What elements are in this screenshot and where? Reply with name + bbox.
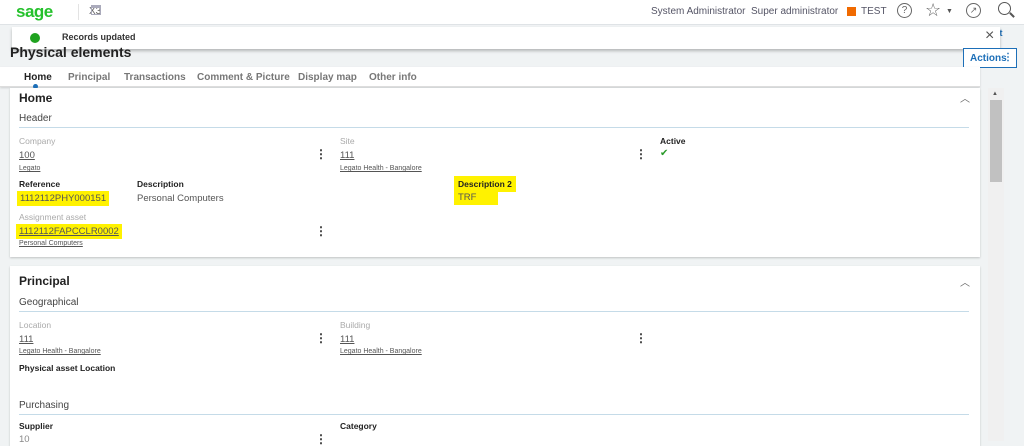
reference-value[interactable]: 1112112PHY000151 xyxy=(17,191,110,206)
folder-name[interactable]: TEST xyxy=(861,6,887,17)
site-value[interactable]: 111 xyxy=(340,150,354,161)
chevron-up-icon[interactable]: ︿ xyxy=(960,90,970,105)
tab-principal[interactable]: Principal xyxy=(68,72,110,83)
subsection-title: Purchasing xyxy=(19,400,70,411)
compass-icon[interactable]: ↗ xyxy=(966,3,981,18)
section-title: Principal xyxy=(19,274,70,288)
folder-color-icon xyxy=(847,7,856,16)
building-desc[interactable]: Legato Health - Bangalore xyxy=(340,348,422,355)
principal-card: Principal ︿ Geographical Location 111 Le… xyxy=(10,266,980,446)
toast-message: Records updated xyxy=(62,32,136,42)
supplier-value[interactable]: 10 xyxy=(19,434,30,445)
actions-button[interactable]: Actions ⋮ xyxy=(963,48,1017,68)
tab-home[interactable]: Home xyxy=(24,72,52,83)
sage-logo: sage xyxy=(16,2,53,21)
kebab-icon: ⋮ xyxy=(1003,52,1013,63)
tab-comment-picture[interactable]: Comment & Picture xyxy=(197,72,290,83)
company-value[interactable]: 100 xyxy=(19,150,35,161)
location-kebab-icon[interactable]: ⋮ xyxy=(315,331,327,345)
company-kebab-icon[interactable]: ⋮ xyxy=(315,147,327,161)
scrollbar[interactable]: ▲ xyxy=(988,88,1004,441)
help-icon[interactable]: ? xyxy=(897,3,912,18)
scrollbar-thumb[interactable] xyxy=(990,100,1002,182)
tab-display-map[interactable]: Display map xyxy=(298,72,357,83)
site-label: Site xyxy=(340,136,355,146)
active-label: Active xyxy=(660,136,686,146)
company-label: Company xyxy=(19,136,56,146)
top-bar: sage X3 System Administrator Super admin… xyxy=(0,0,1024,25)
home-card: Home ︿ Header Company 100 Legato ⋮ Site … xyxy=(10,88,980,257)
building-label: Building xyxy=(340,320,371,330)
assignment-kebab-icon[interactable]: ⋮ xyxy=(315,224,327,238)
calendar-icon[interactable] xyxy=(91,5,101,15)
subsection-title: Header xyxy=(19,113,52,124)
description-label: Description xyxy=(137,179,184,189)
section-title: Home xyxy=(19,91,53,105)
supplier-kebab-icon[interactable]: ⋮ xyxy=(315,432,327,446)
info-icon xyxy=(30,33,40,43)
reference-label: Reference xyxy=(19,179,61,189)
location-value[interactable]: 111 xyxy=(19,334,33,345)
building-value[interactable]: 111 xyxy=(340,334,354,345)
location-desc[interactable]: Legato Health - Bangalore xyxy=(19,348,101,355)
location-label: Location xyxy=(19,320,52,330)
page-title: Physical elements xyxy=(10,44,132,60)
actions-label: Actions xyxy=(970,53,1007,64)
notification-toast: Records updated × xyxy=(12,27,1000,49)
building-kebab-icon[interactable]: ⋮ xyxy=(635,331,647,345)
check-icon: ✔ xyxy=(660,148,669,159)
user-role[interactable]: Super administrator xyxy=(751,6,838,17)
assignment-desc[interactable]: Personal Computers xyxy=(19,240,83,247)
chevron-up-icon[interactable]: ︿ xyxy=(960,274,970,289)
description2-value[interactable]: TRF xyxy=(454,190,499,205)
assignment-value[interactable]: 1112112FAPCCLR0002 xyxy=(16,224,122,239)
subsection-title: Geographical xyxy=(19,297,79,308)
close-icon[interactable]: × xyxy=(985,27,994,45)
assignment-label: Assignment asset xyxy=(19,212,87,222)
supplier-label: Supplier xyxy=(19,421,54,431)
physical-location-label: Physical asset Location xyxy=(19,363,116,373)
description-value[interactable]: Personal Computers xyxy=(137,193,224,204)
tab-transactions[interactable]: Transactions xyxy=(124,72,186,83)
star-icon[interactable]: ☆ xyxy=(925,0,941,21)
site-desc[interactable]: Legato Health - Bangalore xyxy=(340,165,422,172)
user-name[interactable]: System Administrator xyxy=(651,6,745,17)
category-label: Category xyxy=(340,421,377,431)
company-desc[interactable]: Legato xyxy=(19,165,40,172)
site-kebab-icon[interactable]: ⋮ xyxy=(635,147,647,161)
chevron-down-icon[interactable]: ▼ xyxy=(946,8,953,15)
tab-other-info[interactable]: Other info xyxy=(369,72,417,83)
